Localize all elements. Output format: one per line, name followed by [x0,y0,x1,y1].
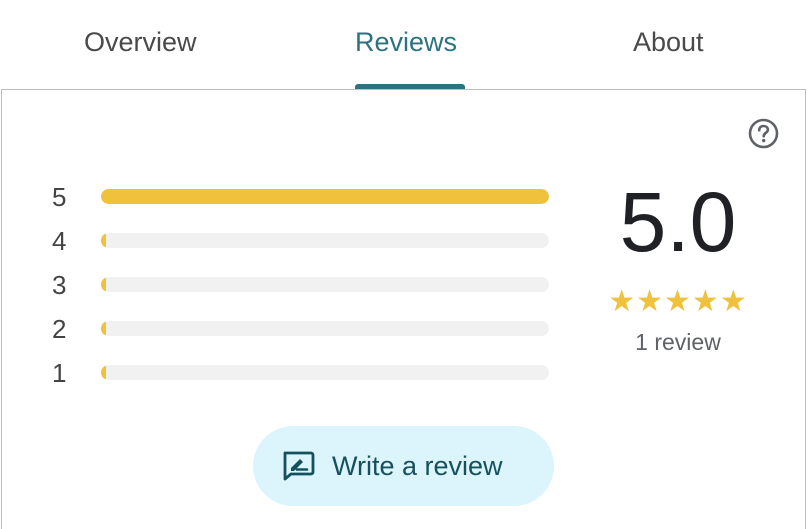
rating-bar-fill [101,365,106,380]
tab-overview[interactable]: Overview [84,0,210,89]
tab-about-label: About [633,27,704,57]
tab-overview-label: Overview [84,27,197,57]
rating-bar-fill [101,321,106,336]
rating-bar-fill [101,189,549,204]
rating-row-label: 4 [52,226,67,256]
rating-bar-track [101,365,549,380]
rating-row-label: 3 [52,270,67,300]
rating-bar-track [101,233,549,248]
review-count[interactable]: 1 review [598,329,758,356]
rating-bar-track [101,277,549,292]
write-review-button[interactable]: Write a review [253,426,554,506]
rating-bar-fill [101,277,106,292]
write-review-label: Write a review [332,451,503,481]
rating-row-label: 5 [52,182,67,212]
rating-row-label: 1 [52,358,67,388]
rating-bar-track [101,321,549,336]
help-icon[interactable] [747,117,780,150]
write-review-icon [281,450,315,482]
rating-bar-track [101,189,549,204]
tab-about[interactable]: About [633,0,717,89]
rating-row-label: 2 [52,314,67,344]
tab-bar: Overview Reviews About [0,0,808,89]
star-rating: ★★★★★ [608,285,748,318]
average-rating: 5.0 [619,175,737,269]
tab-reviews[interactable]: Reviews [355,0,465,89]
rating-bar-fill [101,233,106,248]
tab-reviews-label: Reviews [355,27,458,57]
